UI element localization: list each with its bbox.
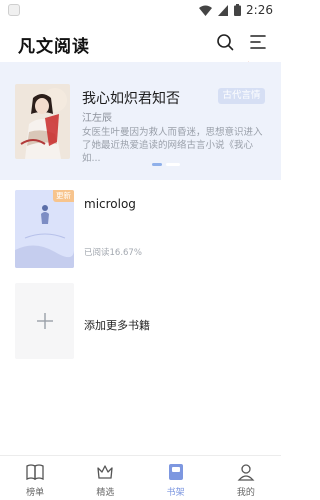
- battery-icon: [234, 1, 241, 20]
- app-bar: 凡文阅读: [0, 22, 281, 62]
- plus-icon: [36, 313, 53, 329]
- update-badge: 更新: [53, 190, 74, 202]
- add-books-item[interactable]: 添加更多书籍: [15, 283, 270, 359]
- bottom-nav: 榜单 精选 书架 我的: [0, 455, 281, 500]
- nav-item-bookshelf[interactable]: 书架: [141, 456, 211, 500]
- wifi-icon: [199, 1, 212, 20]
- nav-label-profile: 我的: [236, 488, 255, 498]
- book-icon: [25, 462, 45, 482]
- system-icons: [199, 3, 241, 17]
- nav-label-ranking: 榜单: [26, 488, 45, 498]
- reading-progress: 已阅读16.67%: [84, 248, 142, 258]
- crown-icon: [95, 462, 115, 482]
- featured-banner[interactable]: 我心如炽君知否 古代言情 江左辰 女医生叶曼因为救人而昏迷，思想意识进入了她最近…: [0, 62, 281, 180]
- bookshelf-icon: [166, 462, 186, 482]
- nav-item-ranking[interactable]: 榜单: [0, 456, 70, 500]
- featured-book-title[interactable]: 我心如炽君知否: [82, 88, 180, 108]
- status-bar: 2:26: [0, 0, 281, 20]
- carousel-indicator: [152, 163, 180, 166]
- user-icon: [236, 462, 256, 482]
- search-icon: [217, 34, 234, 51]
- signal-icon: [218, 1, 228, 20]
- nav-label-bookshelf: 书架: [166, 488, 185, 498]
- nav-item-profile[interactable]: 我的: [211, 456, 281, 500]
- book-cover[interactable]: 更新: [15, 190, 74, 268]
- genre-tag: 古代言情: [218, 88, 265, 104]
- nav-item-featured[interactable]: 精选: [70, 456, 140, 500]
- add-books-label[interactable]: 添加更多书籍: [84, 317, 150, 333]
- status-time: 2:26: [246, 3, 273, 17]
- menu-icon: [250, 35, 266, 49]
- carousel-dot-active: [152, 163, 162, 166]
- add-book-button[interactable]: [15, 283, 74, 359]
- book-title[interactable]: microlog: [84, 197, 136, 211]
- featured-book-cover[interactable]: [15, 84, 70, 159]
- search-button[interactable]: [214, 31, 236, 53]
- notification-app-icon: [8, 4, 20, 16]
- featured-book-description: 女医生叶曼因为救人而昏迷，思想意识进入了她最近热爱追读的网络古言小说《我心如..…: [82, 127, 263, 164]
- nav-label-featured: 精选: [96, 488, 115, 498]
- app-title: 凡文阅读: [18, 37, 90, 57]
- menu-button[interactable]: [247, 31, 269, 53]
- carousel-dot: [166, 163, 180, 166]
- shelf-book-item[interactable]: 更新 microlog 已阅读16.67%: [15, 190, 270, 268]
- featured-book-author: 江左辰: [82, 113, 112, 124]
